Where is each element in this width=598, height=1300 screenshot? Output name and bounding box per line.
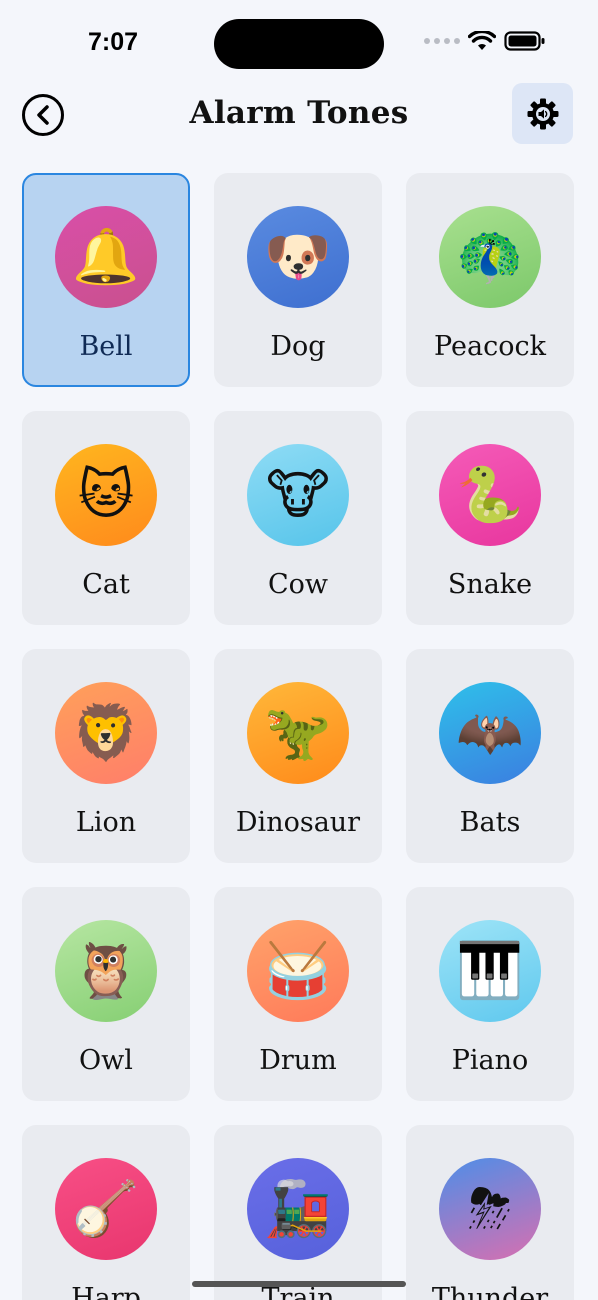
dinosaur-icon: 🦖 (247, 682, 349, 784)
tone-tile-piano[interactable]: 🎹 Piano (406, 887, 574, 1101)
dinosaur-icon-glyph: 🦖 (264, 701, 332, 764)
tone-tile-cow[interactable]: 🐮 Cow (214, 411, 382, 625)
tone-label: Dinosaur (235, 807, 361, 838)
cat-icon-glyph: 🐱 (77, 463, 135, 526)
lion-icon: 🦁 (55, 682, 157, 784)
dog-icon: 🐶 (247, 206, 349, 308)
tone-label: Drum (259, 1045, 337, 1076)
settings-button[interactable] (512, 83, 573, 144)
dog-icon-glyph: 🐶 (264, 225, 332, 288)
tone-tile-lion[interactable]: 🦁 Lion (22, 649, 190, 863)
cow-icon: 🐮 (247, 444, 349, 546)
snake-icon-glyph: 🐍 (456, 463, 524, 526)
tone-label: Lion (75, 807, 137, 838)
bell-icon: 🔔 (55, 206, 157, 308)
tone-tile-peacock[interactable]: 🦚 Peacock (406, 173, 574, 387)
peacock-icon-glyph: 🦚 (456, 225, 524, 288)
status-icons (424, 31, 546, 51)
piano-icon: 🎹 (439, 920, 541, 1022)
tone-tile-bell[interactable]: 🔔 Bell (22, 173, 190, 387)
tone-tile-owl[interactable]: 🦉 Owl (22, 887, 190, 1101)
bat-icon-glyph: 🦇 (456, 701, 524, 764)
tone-label: Owl (79, 1045, 133, 1076)
page-title: Alarm Tones (189, 95, 409, 131)
tone-label: Thunder (431, 1283, 549, 1300)
home-indicator (192, 1281, 406, 1287)
tone-label: Snake (447, 569, 533, 600)
tone-tile-harp[interactable]: 🪕 Harp (22, 1125, 190, 1300)
tone-tile-cat[interactable]: 🐱 Cat (22, 411, 190, 625)
tone-tile-dinosaur[interactable]: 🦖 Dinosaur (214, 649, 382, 863)
tone-tile-drum[interactable]: 🥁 Drum (214, 887, 382, 1101)
cat-icon: 🐱 (55, 444, 157, 546)
harp-icon-glyph: 🪕 (72, 1177, 140, 1240)
tone-tile-snake[interactable]: 🐍 Snake (406, 411, 574, 625)
tone-label: Peacock (434, 331, 546, 362)
battery-icon (504, 31, 545, 51)
dynamic-island (214, 19, 384, 69)
harp-icon: 🪕 (55, 1158, 157, 1260)
tone-label: Cat (82, 569, 130, 600)
train-icon: 🚂 (247, 1158, 349, 1260)
owl-icon: 🦉 (55, 920, 157, 1022)
lion-icon-glyph: 🦁 (72, 701, 140, 764)
tone-label: Bats (459, 807, 521, 838)
tone-label: Harp (71, 1283, 141, 1300)
cellular-signal-icon (424, 38, 460, 44)
piano-icon-glyph: 🎹 (456, 939, 524, 1002)
tone-label: Cow (267, 569, 329, 600)
status-bar: 7:07 (0, 0, 598, 84)
tone-label: Piano (451, 1045, 529, 1076)
tone-tile-dog[interactable]: 🐶 Dog (214, 173, 382, 387)
train-icon-glyph: 🚂 (264, 1177, 332, 1240)
thunder-cloud-icon-glyph: ⛈ (468, 1177, 512, 1240)
status-time: 7:07 (88, 28, 139, 56)
bell-icon-glyph: 🔔 (72, 225, 140, 288)
tone-tile-bats[interactable]: 🦇 Bats (406, 649, 574, 863)
thunder-cloud-icon: ⛈ (439, 1158, 541, 1260)
gear-icon (527, 98, 558, 129)
tone-label: Dog (270, 331, 326, 362)
header: Alarm Tones (0, 80, 598, 150)
cow-icon-glyph: 🐮 (266, 463, 330, 526)
drum-icon-glyph: 🥁 (264, 939, 332, 1002)
owl-icon-glyph: 🦉 (72, 939, 140, 1002)
wifi-icon (468, 31, 496, 50)
tone-tile-thunder[interactable]: ⛈ Thunder (406, 1125, 574, 1300)
tone-tile-train[interactable]: 🚂 Train (214, 1125, 382, 1300)
drum-icon: 🥁 (247, 920, 349, 1022)
bat-icon: 🦇 (439, 682, 541, 784)
tone-label: Bell (79, 331, 133, 362)
snake-icon: 🐍 (439, 444, 541, 546)
peacock-icon: 🦚 (439, 206, 541, 308)
tone-grid: 🔔 Bell 🐶 Dog 🦚 Peacock 🐱 Cat 🐮 Cow 🐍 Snake 🦁 Lion 🦖 Din… (22, 173, 574, 1300)
